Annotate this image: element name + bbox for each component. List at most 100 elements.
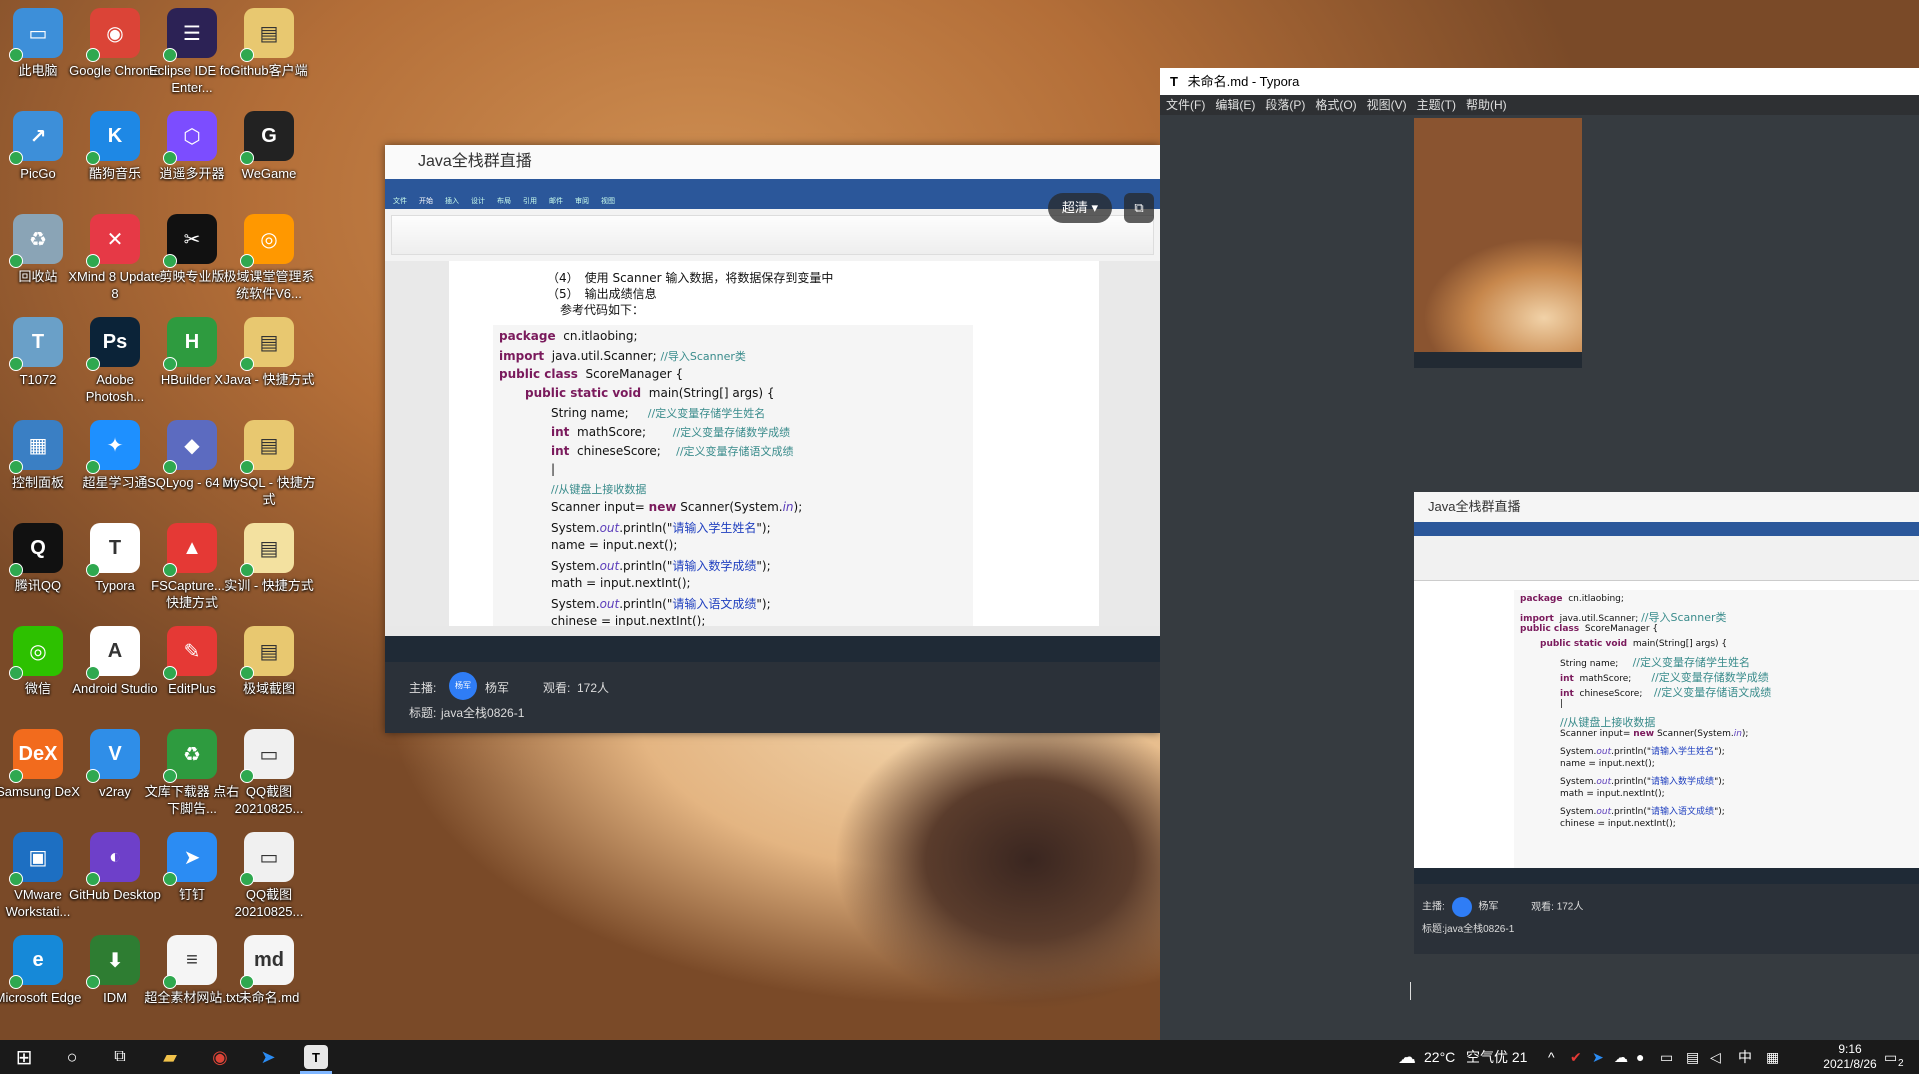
chrome-icon[interactable]: ◉ <box>208 1045 232 1069</box>
host-name: 杨军 <box>485 681 510 695</box>
file-explorer-icon[interactable]: ▰ <box>158 1045 182 1069</box>
qq-icon: Q <box>9 523 63 577</box>
network-icon[interactable]: ▤ <box>1686 1040 1699 1074</box>
wechat-icon: ◎ <box>9 626 63 680</box>
kugou-icon: K <box>86 111 140 165</box>
code-line: package cn.itlaobing; <box>1520 594 1624 604</box>
typora-menu-item[interactable]: 视图(V) <box>1367 95 1407 115</box>
code-line: //从键盘上接收数据 <box>1560 716 1656 729</box>
code-line: String name; //定义变量存储学生姓名 <box>1560 656 1751 669</box>
typora-menu-item[interactable]: 帮助(H) <box>1466 95 1507 115</box>
hbuilder-icon: H <box>163 317 217 371</box>
code-line: System.out.println("请输入语文成绩"); <box>1560 807 1725 817</box>
ime-indicator[interactable]: 中 <box>1738 1040 1752 1074</box>
code-line: public class ScoreManager { <box>1520 624 1659 634</box>
wegame-icon: G <box>240 111 294 165</box>
quality-button[interactable]: 超清 ▾ <box>1048 193 1112 223</box>
typora-title: T 未命名.md - Typora <box>1160 68 1919 95</box>
volume-icon[interactable]: ◁ <box>1710 1040 1721 1074</box>
list-item: （4） 使用 Scanner 输入数据，将数据保存到变量中 <box>547 271 834 285</box>
dex-icon: DeX <box>9 729 63 783</box>
live-stream-window[interactable]: Java全栈群直播 文件 开始 插入 设计 布局 引用 邮件 审阅 视图 超清 ▾ ⧉ （4） … <box>385 145 1160 733</box>
image-file-icon: ▭ <box>240 729 294 783</box>
notification-icon[interactable]: ▭ <box>1884 1040 1897 1074</box>
chaoxing-icon: ✦ <box>86 420 140 474</box>
tray-app-icon[interactable]: ✔ <box>1570 1040 1582 1074</box>
live-video[interactable]: 文件 开始 插入 设计 布局 引用 邮件 审阅 视图 超清 ▾ ⧉ （4） 使用 Scanner… <box>385 179 1160 662</box>
start-button[interactable]: ⊞ <box>12 1045 36 1069</box>
code-line: package cn.itlaobing; <box>499 329 638 343</box>
desktop-icon[interactable]: md 未命名.md <box>221 931 317 1035</box>
txt-file-icon: ≡ <box>163 935 217 989</box>
code-line: | <box>551 462 556 476</box>
code-line: name = input.next(); <box>551 538 678 552</box>
code-line: import java.util.Scanner; //导入Scanner类 <box>1520 611 1727 624</box>
recycle-bin-icon: ♻ <box>9 214 63 268</box>
battery-icon[interactable]: ▭ <box>1660 1040 1673 1074</box>
typora-menu-bar: 文件(F) 编辑(E) 段落(P) 格式(O) 视图(V) 主题(T) 帮助(H) <box>1160 95 1919 115</box>
dingtalk-icon: ➤ <box>163 832 217 886</box>
desktop-icon[interactable]: ▤ Github客户端 <box>221 4 317 108</box>
folder-icon: ▤ <box>240 420 294 474</box>
desktop-icon[interactable]: ▤ Java - 快捷方式 <box>221 313 317 417</box>
idm-icon: ⬇ <box>86 935 140 989</box>
pasted-image-desktop <box>1414 118 1582 368</box>
fscapture-icon: ▲ <box>163 523 217 577</box>
desktop-icon[interactable]: ▤ MySQL - 快捷方式 <box>221 416 317 520</box>
desktop-icon[interactable]: G WeGame <box>221 107 317 211</box>
typora-icon: T <box>86 523 140 577</box>
code-line: Scanner input= new Scanner(System.in); <box>1560 729 1749 739</box>
dingtalk-icon[interactable]: ➤ <box>256 1045 280 1069</box>
code-block: package cn.itlaobing; import java.util.Sc… <box>493 325 973 635</box>
code-line: Scanner input= new Scanner(System.in); <box>551 500 803 514</box>
typora-menu-item[interactable]: 段落(P) <box>1265 95 1305 115</box>
dingtalk-tray-icon[interactable]: ➤ <box>1592 1040 1604 1074</box>
remote-taskbar <box>385 636 1160 662</box>
weather-aqi[interactable]: 空气优 21 <box>1466 1040 1527 1074</box>
android-studio-icon: A <box>86 626 140 680</box>
word-ribbon: 文件 开始 插入 设计 布局 引用 邮件 审阅 视图 <box>385 179 1160 262</box>
typora-menu-item[interactable]: 编辑(E) <box>1215 95 1255 115</box>
github-icon: ◐ <box>86 832 140 886</box>
code-line: System.out.println("请输入数学成绩"); <box>551 559 771 573</box>
desktop-icon[interactable]: ▤ 极域截图 <box>221 622 317 726</box>
live-window-title: Java全栈群直播 <box>385 145 1160 180</box>
desktop-icon[interactable]: ▤ 实训 - 快捷方式 <box>221 519 317 623</box>
desktop-icon[interactable]: ▭ QQ截图 20210825... <box>221 725 317 829</box>
onedrive-icon[interactable]: ☁ <box>1614 1040 1628 1074</box>
qq-tray-icon[interactable]: ● <box>1636 1040 1644 1074</box>
clock-time: 9:16 <box>1838 1042 1862 1056</box>
desktop-icon[interactable]: ▭ QQ截图 20210825... <box>221 828 317 932</box>
weather-temp[interactable]: 22°C <box>1424 1040 1455 1074</box>
subject-label: 标题: <box>409 706 437 720</box>
folder-icon: ▤ <box>240 8 294 62</box>
host-label: 主播: <box>409 681 437 695</box>
code-line: int mathScore; //定义变量存储数学成绩 <box>551 425 791 439</box>
task-view-icon[interactable]: ⧉ <box>108 1045 132 1069</box>
v2ray-icon: V <box>86 729 140 783</box>
keyboard-icon[interactable]: ▦ <box>1766 1040 1779 1074</box>
image-file-icon: ▭ <box>240 832 294 886</box>
search-icon[interactable]: ○ <box>60 1045 84 1069</box>
pasted-image-title: Java全栈群直播 <box>1414 492 1919 522</box>
typora-menu-item[interactable]: 格式(O) <box>1315 95 1356 115</box>
popout-icon[interactable]: ⧉ <box>1124 193 1154 223</box>
desktop-icon[interactable]: ◎ 极域课堂管理系统软件V6... <box>221 210 317 314</box>
clock-date: 2021/8/26 <box>1823 1057 1877 1071</box>
typora-taskbar-icon[interactable]: T <box>304 1045 328 1069</box>
pasted-image-live: Java全栈群直播 package cn.itlaobing; import ja… <box>1414 492 1919 954</box>
code-line: math = input.nextInt(); <box>551 576 691 590</box>
pasted-image-video: package cn.itlaobing; import java.util.Sc… <box>1414 522 1919 884</box>
typora-menu-item[interactable]: 主题(T) <box>1417 95 1456 115</box>
chevron-up-icon[interactable]: ^ <box>1548 1040 1555 1074</box>
photoshop-icon: Ps <box>86 317 140 371</box>
typora-menu-item[interactable]: 文件(F) <box>1166 95 1205 115</box>
md-file-icon: md <box>240 935 294 989</box>
code-line: System.out.println("请输入数学成绩"); <box>1560 777 1725 787</box>
subject-text: java全栈0826-1 <box>441 706 525 720</box>
clock[interactable]: 9:16 2021/8/26 <box>1820 1042 1880 1072</box>
control-panel-icon: ▦ <box>9 420 63 474</box>
live-info-bar: 主播: 杨军 杨军 观看: 172人 标题: java全栈0826-1 <box>385 662 1160 733</box>
sqlyog-icon: ◆ <box>163 420 217 474</box>
jianying-icon: ✂ <box>163 214 217 268</box>
